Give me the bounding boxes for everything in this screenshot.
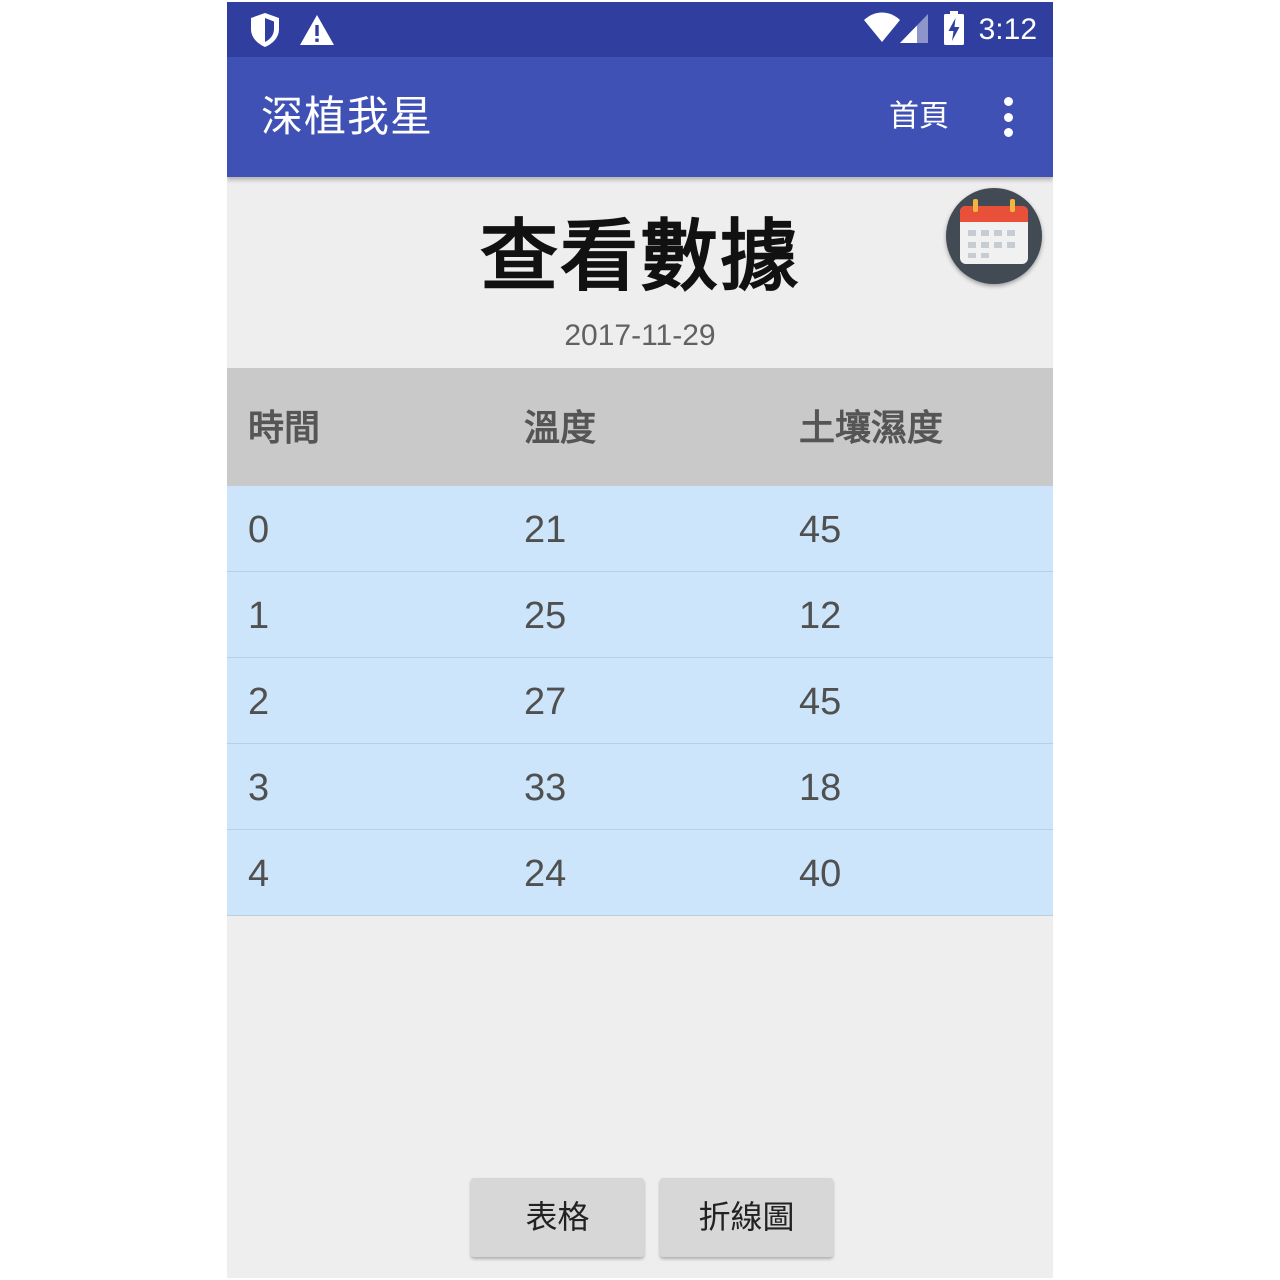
app-bar: 深植我星 首頁	[227, 57, 1053, 177]
cell-temperature: 33	[524, 767, 567, 809]
status-bar: 3:12	[227, 2, 1053, 57]
cell-soil-moisture: 18	[799, 767, 842, 809]
table-row: 0 21 45	[227, 486, 1053, 572]
cell-temperature: 25	[524, 595, 567, 637]
cell-soil-moisture: 45	[799, 681, 842, 723]
page-title: 查看數據	[479, 212, 800, 302]
wifi-icon	[863, 12, 901, 48]
table-header: 時間 溫度 土壤濕度	[227, 368, 1053, 486]
status-time: 3:12	[978, 13, 1037, 46]
cell-soil-moisture: 45	[799, 509, 842, 551]
calendar-icon	[960, 199, 1028, 264]
selected-date: 2017-11-29	[564, 319, 716, 352]
cell-temperature: 27	[524, 681, 567, 723]
table-row: 3 33 18	[227, 744, 1053, 830]
app-title: 深植我星	[261, 92, 434, 141]
shield-icon	[249, 12, 281, 52]
table-view-button[interactable]: 表格	[471, 1178, 644, 1257]
battery-charging-icon	[943, 10, 965, 50]
column-header-temperature: 溫度	[524, 408, 597, 449]
cell-time: 0	[248, 509, 270, 551]
cell-time: 2	[248, 681, 270, 723]
view-toggle-buttons: 表格 折線圖	[471, 1178, 833, 1257]
warning-icon	[299, 14, 335, 50]
cell-temperature: 24	[524, 853, 567, 895]
status-right-icons: 3:12	[863, 10, 1037, 50]
cell-temperature: 21	[524, 509, 567, 551]
more-vertical-icon[interactable]	[1001, 97, 1015, 137]
cell-soil-moisture: 40	[799, 853, 842, 895]
cell-time: 1	[248, 595, 270, 637]
cell-time: 3	[248, 767, 270, 809]
line-chart-button[interactable]: 折線圖	[660, 1178, 833, 1257]
table-body: 0 21 45 1 25 12 2 27 45 3 33 18 4 24 40	[227, 486, 1053, 916]
cell-soil-moisture: 12	[799, 595, 842, 637]
table-row: 2 27 45	[227, 658, 1053, 744]
table-row: 1 25 12	[227, 572, 1053, 658]
column-header-time: 時間	[248, 408, 321, 449]
home-button[interactable]: 首頁	[889, 97, 949, 137]
cell-time: 4	[248, 853, 270, 895]
phone-screen: 3:12 深植我星 首頁 查看數據 2017-11-29 時間 溫度 土壤濕度 …	[227, 2, 1053, 1278]
table-row: 4 24 40	[227, 830, 1053, 916]
calendar-button[interactable]	[946, 188, 1042, 284]
cellular-signal-icon	[899, 12, 929, 48]
column-header-soil-moisture: 土壤濕度	[799, 408, 944, 449]
status-left-icons	[249, 12, 335, 52]
